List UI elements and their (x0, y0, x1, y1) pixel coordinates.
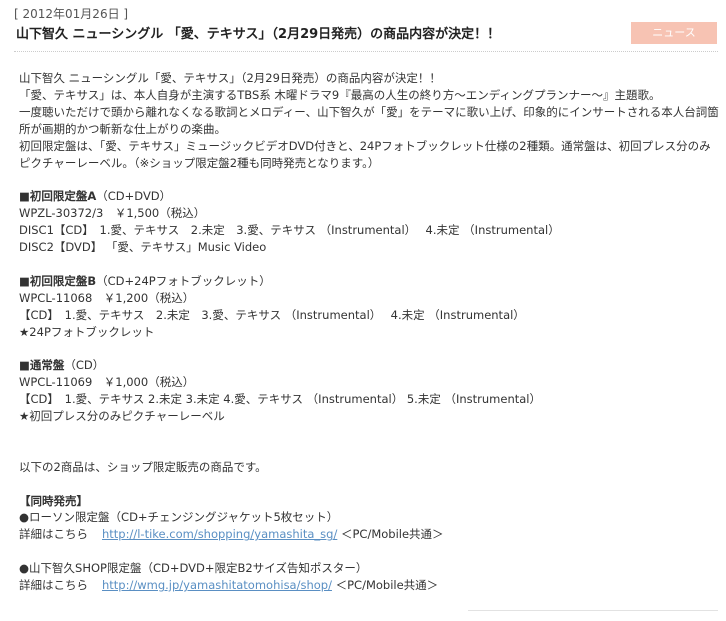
edition-b-code-price: WPCL-11068 ￥1,200（税込） (19, 290, 195, 305)
regular-edition-cd: 【CD】 1.愛、テキサス 2.未定 3.未定 4.愛、テキサス （Instru… (19, 392, 541, 407)
regular-edition-heading: ■通常盤（CD） (19, 358, 105, 373)
edition-b-cd: 【CD】 1.愛、テキサス 2.未定 3.愛、テキサス （Instrumenta… (19, 307, 525, 322)
edition-a-disc2: DISC2【DVD】 「愛、テキサス」Music Video (19, 240, 267, 255)
lawson-platform-note: ＜PC/Mobile共通＞ (340, 527, 444, 542)
intro-line-2: 「愛、テキサス」は、本人自身が主演するTBS系 木曜ドラマ9『最高の人生の終り方… (19, 87, 661, 102)
post-date: [ 2012年01月26日 ] (14, 7, 129, 21)
lawson-edition-name: ●ローソン限定盤（CD+チェンジングジャケット5枚セット） (19, 510, 339, 525)
shop-link[interactable]: http://wmg.jp/yamashitatomohisa/shop/ (102, 578, 332, 592)
news-tab[interactable]: ニュース (631, 22, 717, 44)
lawson-detail-row: 詳細はこちら http://l-tike.com/shopping/yamashi… (19, 526, 719, 543)
shop-edition-name: ●山下智久SHOP限定盤（CD+DVD+限定B2サイズ告知ポスター） (19, 561, 368, 576)
intro-line-3: 一度聴いただけで頭から離れなくなる歌詞とメロディー、山下智久が「愛」をテーマに歌… (19, 104, 719, 136)
regular-edition-code-price: WPCL-11069 ￥1,000（税込） (19, 375, 195, 390)
shop-limited-note: 以下の2商品は、ショップ限定販売の商品です。 (19, 459, 267, 474)
post-body: 山下智久 ニューシングル「愛、テキサス」（2月29日発売）の商品内容が決定！！ … (19, 70, 719, 594)
lawson-link[interactable]: http://l-tike.com/shopping/yamashita_sg/ (102, 527, 337, 541)
title-divider (14, 51, 718, 52)
edition-a-code-price: WPZL-30372/3 ￥1,500（税込） (19, 206, 206, 221)
edition-b-heading: ■初回限定盤B（CD+24Pフォトブックレット） (19, 273, 271, 288)
post-title: 山下智久 ニューシングル 「愛、テキサス」（2月29日発売）の商品内容が決定！！ (16, 27, 501, 42)
shop-detail-row: 詳細はこちら http://wmg.jp/yamashitatomohisa/sh… (19, 577, 719, 594)
simultaneous-heading: 【同時発売】 (19, 493, 88, 508)
regular-edition-bonus: ★初回プレス分のみピクチャーレーベル (19, 409, 225, 424)
footer-divider (468, 610, 718, 611)
edition-b-bonus: ★24Pフォトブックレット (19, 324, 155, 339)
shop-platform-note: ＜PC/Mobile共通＞ (335, 578, 439, 593)
intro-line-4: 初回限定盤は、「愛、テキサス」ミュージックビデオDVD付きと、24Pフォトブック… (19, 138, 711, 170)
shop-detail-label: 詳細はこちら (19, 578, 88, 593)
intro-line-1: 山下智久 ニューシングル「愛、テキサス」（2月29日発売）の商品内容が決定！！ (19, 71, 441, 85)
edition-a-disc1: DISC1【CD】 1.愛、テキサス 2.未定 3.愛、テキサス （Instru… (19, 223, 560, 238)
edition-a-heading: ■初回限定盤A（CD+DVD） (19, 189, 172, 204)
lawson-detail-label: 詳細はこちら (19, 527, 88, 542)
